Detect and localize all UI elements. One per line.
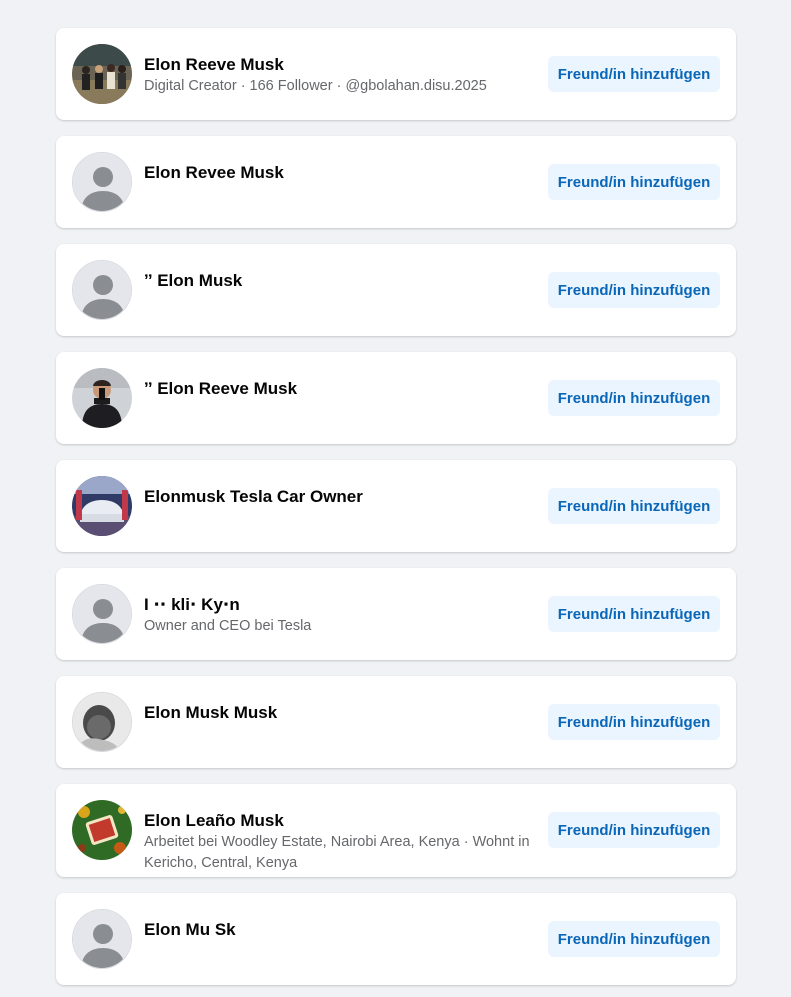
profile-name[interactable]: Elon Revee Musk (144, 162, 536, 184)
add-friend-button[interactable]: Freund/in hinzufügen (548, 272, 720, 308)
person-silhouette-icon (73, 910, 131, 968)
result-info: Elon Reeve Musk Digital Creator · 166 Fo… (144, 54, 536, 97)
result-info: Elon Musk Musk (144, 702, 536, 724)
result-info: Elon Mu Sk (144, 919, 536, 941)
default-avatar[interactable] (72, 584, 132, 644)
person-silhouette-icon (73, 261, 131, 319)
profile-name[interactable]: Elonmusk Tesla Car Owner (144, 486, 536, 508)
profile-name[interactable]: Elon Reeve Musk (144, 54, 536, 76)
result-card[interactable]: I ⋅⋅ kli⋅ Ky⋅n Owner and CEO bei Tesla F… (56, 568, 736, 660)
result-card[interactable]: Elonmusk Tesla Car Owner Freund/in hinzu… (56, 460, 736, 552)
result-card[interactable]: Elon Mu Sk Freund/in hinzufügen (56, 893, 736, 985)
profile-name[interactable]: I ⋅⋅ kli⋅ Ky⋅n (144, 594, 536, 616)
search-results-list: Elon Reeve Musk Digital Creator · 166 Fo… (0, 0, 791, 997)
result-card[interactable]: ˮ Elon Musk Freund/in hinzufügen (56, 244, 736, 336)
default-avatar[interactable] (72, 909, 132, 969)
profile-name[interactable]: Elon Musk Musk (144, 702, 536, 724)
result-info: Elonmusk Tesla Car Owner (144, 486, 536, 508)
add-friend-button[interactable]: Freund/in hinzufügen (548, 56, 720, 92)
result-card[interactable]: Elon Reeve Musk Digital Creator · 166 Fo… (56, 28, 736, 120)
add-friend-button[interactable]: Freund/in hinzufügen (548, 164, 720, 200)
profile-name[interactable]: Elon Mu Sk (144, 919, 536, 941)
result-info: ˮ Elon Musk (144, 270, 536, 292)
profile-name[interactable]: Elon Leaño Musk (144, 810, 536, 832)
add-friend-button[interactable]: Freund/in hinzufügen (548, 380, 720, 416)
add-friend-button[interactable]: Freund/in hinzufügen (548, 704, 720, 740)
result-card[interactable]: ˮ Elon Reeve Musk Freund/in hinzufügen (56, 352, 736, 444)
add-friend-button[interactable]: Freund/in hinzufügen (548, 812, 720, 848)
profile-photo-avatar[interactable] (72, 800, 132, 860)
add-friend-button[interactable]: Freund/in hinzufügen (548, 596, 720, 632)
profile-subtitle: Arbeitet bei Woodley Estate, Nairobi Are… (144, 834, 530, 871)
add-friend-button[interactable]: Freund/in hinzufügen (548, 921, 720, 957)
default-avatar[interactable] (72, 260, 132, 320)
profile-name[interactable]: ˮ Elon Musk (144, 270, 536, 292)
result-info: I ⋅⋅ kli⋅ Ky⋅n Owner and CEO bei Tesla (144, 594, 536, 637)
profile-subtitle: Digital Creator · 166 Follower · @gbolah… (144, 78, 487, 94)
person-silhouette-icon (73, 585, 131, 643)
profile-photo-avatar[interactable] (72, 476, 132, 536)
profile-photo-avatar[interactable] (72, 692, 132, 752)
result-card[interactable]: Elon Revee Musk Freund/in hinzufügen (56, 136, 736, 228)
profile-photo-avatar[interactable] (72, 368, 132, 428)
profile-photo-avatar[interactable] (72, 44, 132, 104)
add-friend-button[interactable]: Freund/in hinzufügen (548, 488, 720, 524)
result-card[interactable]: Elon Leaño Musk Arbeitet bei Woodley Est… (56, 784, 736, 877)
person-silhouette-icon (73, 153, 131, 211)
profile-name[interactable]: ˮ Elon Reeve Musk (144, 378, 536, 400)
result-info: Elon Leaño Musk Arbeitet bei Woodley Est… (144, 810, 536, 874)
default-avatar[interactable] (72, 152, 132, 212)
profile-subtitle: Owner and CEO bei Tesla (144, 618, 312, 634)
result-card[interactable]: Elon Musk Musk Freund/in hinzufügen (56, 676, 736, 768)
result-info: ˮ Elon Reeve Musk (144, 378, 536, 400)
result-info: Elon Revee Musk (144, 162, 536, 184)
